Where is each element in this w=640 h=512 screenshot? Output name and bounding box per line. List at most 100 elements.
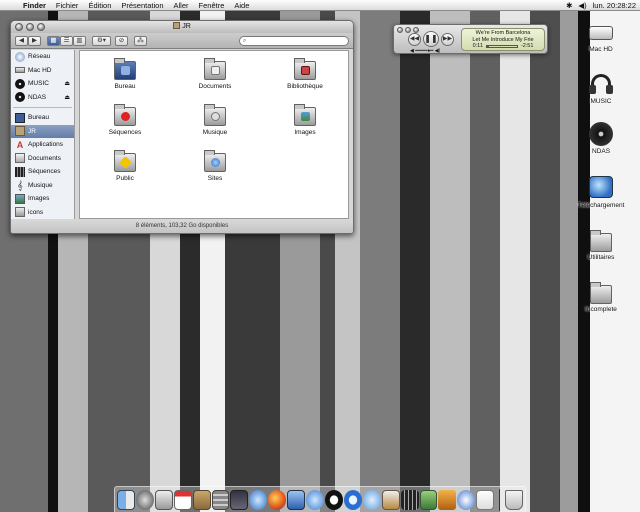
desktop-badge-icon xyxy=(121,66,130,75)
sidebar-item-music[interactable]: MUSIC ⏏ xyxy=(11,77,74,91)
previous-track-button[interactable]: ◀◀ xyxy=(408,33,421,46)
menu-presentation[interactable]: Présentation xyxy=(116,1,168,10)
sidebar-item-ndas[interactable]: NDAS ⏏ xyxy=(11,91,74,105)
desktop-icon-telechargement[interactable]: Téléchargement xyxy=(561,176,640,209)
quicktime-icon[interactable] xyxy=(343,489,362,510)
sidebar-item-jr[interactable]: JR xyxy=(11,124,74,138)
sidebar-item-sequences[interactable]: Séquences xyxy=(11,165,74,179)
garageband-icon[interactable] xyxy=(438,489,457,510)
folder-item-bureau[interactable]: Bureau xyxy=(90,58,160,90)
column-view-button[interactable]: ▥ xyxy=(73,36,86,46)
eject-icon[interactable]: ⏏ xyxy=(64,94,70,101)
window-title-text: JR xyxy=(182,23,191,30)
desktop-icon-incomplete[interactable]: Incomplete xyxy=(561,280,640,313)
sidebar-item-images[interactable]: Images xyxy=(11,192,74,206)
forward-button[interactable]: ▶ xyxy=(28,36,41,46)
xcode-icon[interactable] xyxy=(287,489,306,510)
images-icon xyxy=(15,193,25,204)
mail-icon[interactable] xyxy=(154,489,173,510)
menubar-clock[interactable]: lun. 20:28:22 xyxy=(593,1,636,10)
textedit-icon[interactable] xyxy=(476,489,495,510)
sidebar-item-bureau[interactable]: Bureau xyxy=(11,111,74,125)
desktop-icon-ndas[interactable]: NDAS xyxy=(561,122,640,155)
burn-button[interactable]: ⊘ xyxy=(115,36,128,46)
menu-aide[interactable]: Aide xyxy=(229,1,254,10)
list-view-button[interactable]: ☰ xyxy=(60,36,73,46)
disk-icon xyxy=(15,78,25,89)
sidebar-item-reseau[interactable]: Réseau xyxy=(11,50,74,64)
dictionary-icon[interactable] xyxy=(230,489,249,510)
volume-icon[interactable]: ◀) xyxy=(578,1,586,10)
search-input[interactable]: ⌕ xyxy=(239,36,349,46)
folder-item-label: Bibliothèque xyxy=(287,83,323,90)
folder-item-sites[interactable]: Sites xyxy=(180,150,250,182)
public-badge-icon xyxy=(119,156,132,169)
next-track-button[interactable]: ▶▶ xyxy=(441,33,454,46)
finder-icon[interactable] xyxy=(117,489,135,510)
volume-slider[interactable]: ◀ ━━━━●━ ◀) xyxy=(410,48,440,54)
headphones-icon xyxy=(588,72,614,96)
desktop-icon-music[interactable]: MUSIC xyxy=(561,72,640,105)
itunes-mini-player: ◀◀ ❚❚ ▶▶ ◀ ━━━━●━ ◀) We're From Barcelon… xyxy=(393,24,548,54)
movies-badge-icon xyxy=(121,112,130,121)
back-button[interactable]: ◀ xyxy=(15,36,28,46)
itunes-close-button[interactable] xyxy=(397,27,403,33)
sidebar-item-musique[interactable]: 𝄞 Musique xyxy=(11,179,74,193)
trash-icon[interactable] xyxy=(505,489,524,510)
search-icon: ⌕ xyxy=(243,38,247,44)
iphoto-icon[interactable] xyxy=(419,489,438,510)
bluetooth-icon[interactable]: ✱ xyxy=(566,1,572,10)
camino-icon[interactable] xyxy=(457,489,476,510)
menu-finder[interactable]: Finder xyxy=(18,1,51,10)
sidebar-item-label: Bureau xyxy=(28,114,49,122)
sites-folder-icon xyxy=(204,150,226,172)
menu-edition[interactable]: Édition xyxy=(83,1,116,10)
sidebar-item-label: Images xyxy=(28,195,50,203)
sidebar-item-applications[interactable]: A Applications xyxy=(11,138,74,152)
hard-drive-icon xyxy=(15,67,25,74)
folder-item-label: Sites xyxy=(207,175,223,182)
imovie-icon[interactable] xyxy=(400,489,419,510)
folder-item-public[interactable]: Public xyxy=(90,150,160,182)
preview-icon[interactable] xyxy=(381,489,400,510)
address-book-icon[interactable] xyxy=(192,489,211,510)
connect-button[interactable]: ⁂ xyxy=(134,36,147,46)
folder-item-label: Séquences xyxy=(108,129,142,136)
music-badge-icon xyxy=(211,112,220,121)
desktop-icon-mac-hd[interactable]: Mac HD xyxy=(561,20,640,53)
sidebar-item-documents[interactable]: Documents xyxy=(11,152,74,166)
safari-icon[interactable] xyxy=(249,489,268,510)
ical-icon[interactable] xyxy=(173,489,192,510)
folder-item-sequences[interactable]: Séquences xyxy=(90,104,160,136)
folder-item-bibliotheque[interactable]: Bibliothèque xyxy=(270,58,340,90)
menu-aller[interactable]: Aller xyxy=(169,1,194,10)
folder-item-musique[interactable]: Musique xyxy=(180,104,250,136)
sidebar-item-label: Musique xyxy=(28,181,53,189)
itunes-minimize-button[interactable] xyxy=(405,27,411,33)
disk-icon xyxy=(15,92,25,103)
track-progress[interactable] xyxy=(485,44,518,48)
dashboard-icon[interactable] xyxy=(135,489,154,510)
eject-icon[interactable]: ⏏ xyxy=(64,80,70,87)
icon-view-button[interactable]: ▦ xyxy=(47,36,60,46)
folder-item-label: Musique xyxy=(202,129,228,136)
desktop-icon-label: Mac HD xyxy=(589,46,613,53)
sidebar-item-mac-hd[interactable]: Mac HD xyxy=(11,64,74,78)
sidebar-divider xyxy=(13,105,72,108)
finder-titlebar[interactable]: JR xyxy=(11,21,353,33)
menu-fichier[interactable]: Fichier xyxy=(51,1,84,10)
menu-fenetre[interactable]: Fenêtre xyxy=(194,1,230,10)
sidebar-item-icons[interactable]: icons xyxy=(11,206,74,220)
skype-icon[interactable] xyxy=(324,489,343,510)
firefox-icon[interactable] xyxy=(268,489,287,510)
folder-icon xyxy=(15,207,25,218)
pause-button[interactable]: ❚❚ xyxy=(423,31,439,47)
network-utility-icon[interactable] xyxy=(306,489,324,510)
folder-item-images[interactable]: Images xyxy=(270,104,340,136)
desktop-icon-utilitaires[interactable]: Utilitaires xyxy=(561,228,640,261)
itunes-icon[interactable] xyxy=(362,489,381,510)
calculator-icon[interactable] xyxy=(211,489,230,510)
action-gear-button[interactable]: ⚙▾ xyxy=(92,36,111,46)
folder-item-documents[interactable]: Documents xyxy=(180,58,250,90)
music-folder-icon xyxy=(204,104,226,126)
